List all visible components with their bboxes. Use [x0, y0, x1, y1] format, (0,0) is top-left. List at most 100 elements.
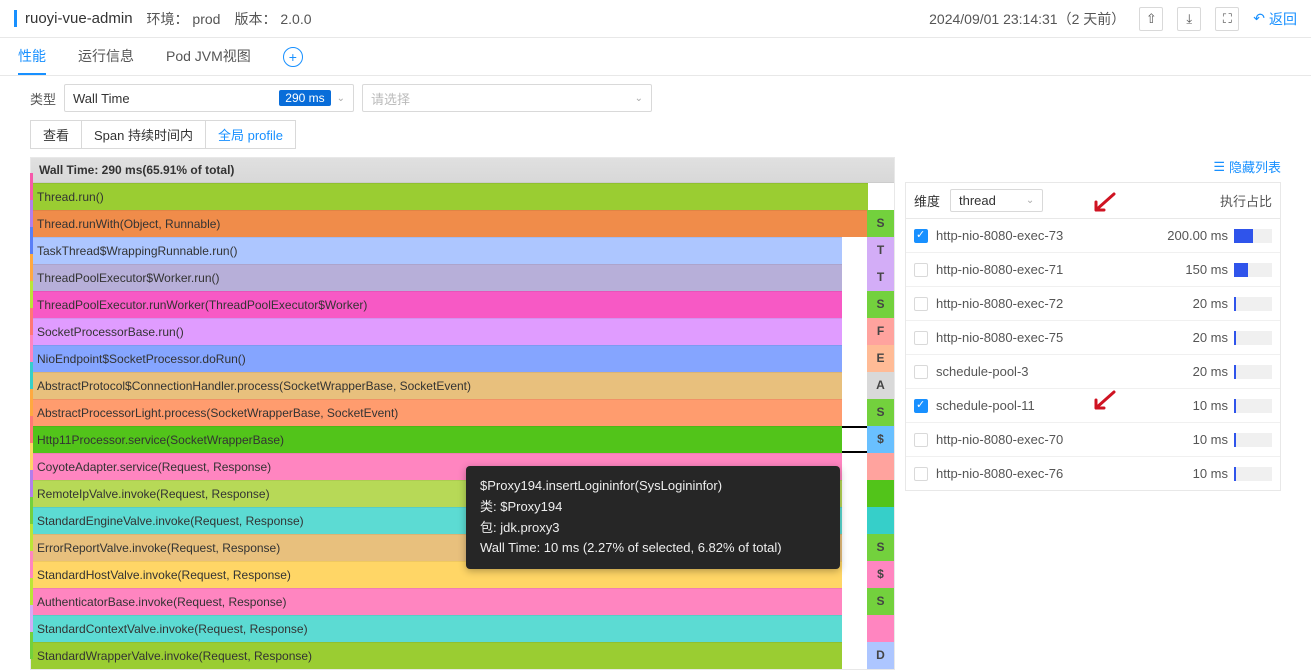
checkbox[interactable]	[914, 433, 928, 447]
checkbox[interactable]	[914, 297, 928, 311]
thread-name: http-nio-8080-exec-75	[936, 330, 1156, 345]
thread-name: http-nio-8080-exec-71	[936, 262, 1156, 277]
flame-tooltip: $Proxy194.insertLogininfor(SysLogininfor…	[466, 466, 840, 569]
exec-bar	[1234, 297, 1272, 311]
hide-columns-link[interactable]: ☰隐藏列表	[1213, 157, 1281, 176]
flame-tag: T	[867, 237, 894, 264]
fullscreen-icon[interactable]: ⛶	[1215, 7, 1239, 31]
flame-tag: S	[867, 588, 894, 615]
checkbox[interactable]	[914, 399, 928, 413]
arrow-annotation-icon	[1090, 388, 1118, 416]
dimension-select[interactable]: thread ⌄	[950, 189, 1043, 212]
thread-list: http-nio-8080-exec-73200.00 mshttp-nio-8…	[905, 218, 1281, 491]
checkbox[interactable]	[914, 467, 928, 481]
page-header: ruoyi-vue-admin 环境： prod 版本： 2.0.0 2024/…	[0, 0, 1311, 38]
flame-row[interactable]: ThreadPoolExecutor$Worker.run() T	[31, 264, 894, 291]
checkbox[interactable]	[914, 229, 928, 243]
thread-ms: 20 ms	[1156, 330, 1228, 345]
tab-pod-jvm[interactable]: Pod JVM视图	[166, 38, 251, 75]
tab-runtime-info[interactable]: 运行信息	[78, 38, 134, 75]
flame-row[interactable]: SocketProcessorBase.run() F	[31, 318, 894, 345]
thread-item[interactable]: http-nio-8080-exec-7610 ms	[906, 457, 1280, 490]
version-label: 版本： 2.0.0	[234, 9, 311, 29]
flame-tag: S	[867, 291, 894, 318]
flame-segment[interactable]: Thread.run()	[31, 183, 868, 210]
flame-row[interactable]: Thread.runWith(Object, Runnable)S	[31, 210, 894, 237]
flame-tag	[867, 480, 894, 507]
flame-tag: D	[867, 642, 894, 669]
back-link[interactable]: ↶返回	[1253, 9, 1297, 29]
checkbox[interactable]	[914, 263, 928, 277]
flame-segment[interactable]: StandardWrapperValve.invoke(Request, Res…	[31, 642, 842, 669]
flame-tag: S	[867, 534, 894, 561]
flame-row[interactable]: ThreadPoolExecutor.runWorker(ThreadPoolE…	[31, 291, 894, 318]
filter-select[interactable]: 请选择 ⌄	[362, 84, 652, 112]
exec-bar	[1234, 433, 1272, 447]
flame-segment[interactable]: AbstractProtocol$ConnectionHandler.proce…	[31, 372, 842, 399]
checkbox[interactable]	[914, 331, 928, 345]
thread-ms: 150 ms	[1156, 262, 1228, 277]
thread-item[interactable]: http-nio-8080-exec-7010 ms	[906, 423, 1280, 457]
exec-bar	[1234, 467, 1272, 481]
flame-segment[interactable]: SocketProcessorBase.run()	[31, 318, 842, 345]
tabs: 性能 运行信息 Pod JVM视图 +	[0, 38, 1311, 76]
flame-segment[interactable]: AuthenticatorBase.invoke(Request, Respon…	[31, 588, 842, 615]
env-label: 环境： prod	[147, 9, 221, 29]
thread-name: http-nio-8080-exec-76	[936, 466, 1156, 481]
list-icon: ☰	[1213, 159, 1225, 175]
thread-name: http-nio-8080-exec-73	[936, 228, 1156, 243]
thread-ms: 10 ms	[1156, 432, 1228, 447]
global-profile-button[interactable]: 全局 profile	[206, 120, 296, 149]
flame-row[interactable]: StandardContextValve.invoke(Request, Res…	[31, 615, 894, 642]
flame-segment[interactable]: ThreadPoolExecutor.runWorker(ThreadPoolE…	[31, 291, 842, 318]
span-button[interactable]: Span 持续时间内	[82, 120, 206, 149]
flame-segment[interactable]: NioEndpoint$SocketProcessor.doRun()	[31, 345, 842, 372]
flame-segment[interactable]: StandardContextValve.invoke(Request, Res…	[31, 615, 842, 642]
thread-ms: 200.00 ms	[1156, 228, 1228, 243]
flame-row[interactable]: AuthenticatorBase.invoke(Request, Respon…	[31, 588, 894, 615]
chevron-down-icon: ⌄	[1026, 195, 1034, 206]
flame-tag: T	[867, 264, 894, 291]
flame-tag: S	[867, 399, 894, 426]
flame-segment[interactable]: TaskThread$WrappingRunnable.run()	[31, 237, 842, 264]
arrow-annotation-icon	[1090, 190, 1118, 218]
flame-tag: E	[867, 345, 894, 372]
flame-row[interactable]: AbstractProtocol$ConnectionHandler.proce…	[31, 372, 894, 399]
flame-segment[interactable]: ThreadPoolExecutor$Worker.run()	[31, 264, 842, 291]
flame-segment[interactable]: Http11Processor.service(SocketWrapperBas…	[31, 426, 842, 453]
flame-header: Wall Time: 290 ms(65.91% of total)	[31, 158, 894, 183]
flame-graph[interactable]: Wall Time: 290 ms(65.91% of total) Threa…	[30, 157, 895, 670]
thread-item[interactable]: http-nio-8080-exec-73200.00 ms	[906, 219, 1280, 253]
thread-item[interactable]: http-nio-8080-exec-7520 ms	[906, 321, 1280, 355]
flame-tag: A	[867, 372, 894, 399]
view-button[interactable]: 查看	[30, 120, 82, 149]
exec-bar	[1234, 331, 1272, 345]
flame-row[interactable]: StandardWrapperValve.invoke(Request, Res…	[31, 642, 894, 669]
flame-segment[interactable]: AbstractProcessorLight.process(SocketWra…	[31, 399, 842, 426]
thread-ms: 10 ms	[1156, 398, 1228, 413]
flame-tag: F	[867, 318, 894, 345]
thread-item[interactable]: http-nio-8080-exec-7220 ms	[906, 287, 1280, 321]
chevron-down-icon: ⌄	[337, 93, 345, 104]
flame-row[interactable]: Http11Processor.service(SocketWrapperBas…	[31, 426, 894, 453]
flame-row[interactable]: NioEndpoint$SocketProcessor.doRun() E	[31, 345, 894, 372]
thread-item[interactable]: http-nio-8080-exec-71150 ms	[906, 253, 1280, 287]
tab-performance[interactable]: 性能	[18, 38, 46, 75]
flame-segment[interactable]: Thread.runWith(Object, Runnable)	[31, 210, 868, 237]
flame-row[interactable]: Thread.run()	[31, 183, 894, 210]
checkbox[interactable]	[914, 365, 928, 379]
thread-item[interactable]: schedule-pool-320 ms	[906, 355, 1280, 389]
flame-row[interactable]: AbstractProcessorLight.process(SocketWra…	[31, 399, 894, 426]
type-select[interactable]: Wall Time 290 ms ⌄	[64, 84, 354, 112]
flame-tag	[867, 615, 894, 642]
download-icon[interactable]: ⤓	[1177, 7, 1201, 31]
type-label: 类型	[30, 89, 56, 108]
share-icon[interactable]: ⇧	[1139, 7, 1163, 31]
chevron-down-icon: ⌄	[635, 93, 643, 104]
undo-icon: ↶	[1253, 10, 1265, 27]
flame-row[interactable]: TaskThread$WrappingRunnable.run() T	[31, 237, 894, 264]
thread-name: http-nio-8080-exec-72	[936, 296, 1156, 311]
exec-bar	[1234, 399, 1272, 413]
flame-tag: $	[867, 426, 894, 453]
add-tab-button[interactable]: +	[283, 47, 303, 67]
